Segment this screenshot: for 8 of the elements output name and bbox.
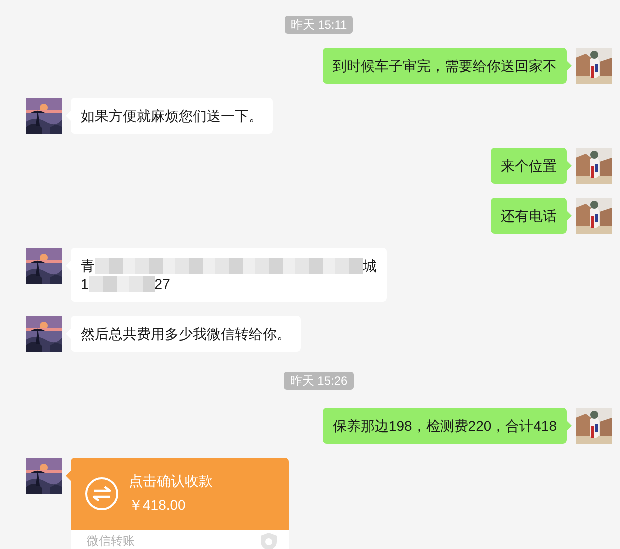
timestamp: 昨天 15:11 — [284, 16, 354, 34]
timestamp: 昨天 15:26 — [284, 372, 354, 390]
transfer-icon — [85, 477, 119, 511]
transfer-title: 点击确认收款 — [129, 473, 213, 491]
transfer-amount: ￥418.00 — [129, 497, 187, 515]
transfer-label: 微信转账 — [87, 533, 135, 549]
shield-icon — [261, 532, 277, 549]
transfer-card[interactable]: 点击确认收款 ￥418.00 微信转账 — [71, 458, 289, 549]
